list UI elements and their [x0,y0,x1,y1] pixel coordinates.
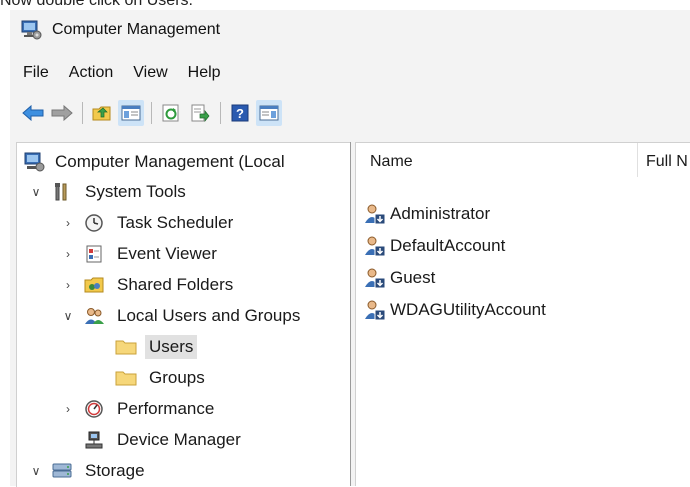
toolbar-separator [151,102,152,124]
column-divider[interactable] [637,143,638,177]
menu-file[interactable]: File [10,64,59,82]
storage-icon [51,460,73,482]
toolbar-separator [82,102,83,124]
chevron-right-icon[interactable]: › [61,402,75,416]
back-button[interactable] [20,100,46,126]
user-name: DefaultAccount [390,236,506,255]
help-button[interactable]: ? [227,100,253,126]
tree-item-event-viewer[interactable]: › Event Viewer [61,239,221,269]
user-name: Administrator [390,204,491,223]
event-viewer-icon [83,243,105,265]
user-account-icon [365,300,386,321]
tree-item-computer-management[interactable]: Computer Management (Local [23,147,289,177]
tree-item-performance[interactable]: › Performance [61,394,218,424]
tree-item-local-users-and-groups[interactable]: ∨ Local Users and Groups [61,301,304,331]
menu-view[interactable]: View [123,64,177,82]
back-arrow-icon [22,105,44,121]
tree-item-label: Performance [117,399,215,418]
computer-management-icon [23,151,45,173]
user-account-icon [365,268,386,289]
tree-item-label: Shared Folders [117,275,234,294]
refresh-button[interactable] [158,100,184,126]
export-list-icon [191,104,210,122]
user-name: Guest [390,268,436,287]
tree-item-label: Storage [85,461,145,480]
console-tree: Computer Management (Local ∨ System Tool… [16,142,351,487]
action-pane-icon [259,105,279,121]
instruction-caption: Now double click on Users. [0,0,193,9]
tree-item-storage[interactable]: ∨ Storage [29,456,149,486]
tree-item-label: Computer Management (Local [55,152,285,171]
tools-icon [51,181,73,203]
computer-management-icon [20,20,42,40]
menu-bar: File Action View Help [10,58,231,88]
show-hide-action-pane-button[interactable] [256,100,282,126]
svg-text:?: ? [236,106,244,121]
chevron-right-icon[interactable]: › [61,216,75,230]
performance-icon [83,398,105,420]
users-group-icon [83,305,105,327]
folder-icon [115,367,137,389]
list-item-user[interactable]: Administrator [364,201,490,227]
menu-help[interactable]: Help [178,64,231,82]
tree-item-label: Task Scheduler [117,213,234,232]
chevron-right-icon[interactable]: › [61,247,75,261]
shared-folders-icon [83,274,105,296]
chevron-down-icon[interactable]: ∨ [61,309,75,323]
toolbar: ? [10,96,690,130]
forward-button[interactable] [49,100,75,126]
export-list-button[interactable] [187,100,213,126]
tree-item-system-tools[interactable]: ∨ System Tools [29,177,190,207]
tree-item-users[interactable]: Users [93,332,198,362]
chevron-down-icon[interactable]: ∨ [29,185,43,199]
clock-icon [83,212,105,234]
list-column-header: Name Full N [356,143,690,177]
user-account-icon [365,204,386,225]
tree-item-label: System Tools [85,182,186,201]
tree-item-label: Local Users and Groups [117,306,301,325]
list-item-user[interactable]: WDAGUtilityAccount [364,297,546,323]
tree-item-device-manager[interactable]: Device Manager [61,425,245,455]
forward-arrow-icon [51,105,73,121]
folder-icon [115,336,137,358]
tree-item-label: Device Manager [117,430,241,449]
tree-item-label: Users [145,335,198,359]
list-item-user[interactable]: DefaultAccount [364,233,505,259]
column-header-full-name[interactable]: Full N [646,153,688,171]
show-hide-console-tree-button[interactable] [118,100,144,126]
window-title: Computer Management [52,21,221,38]
tree-item-groups[interactable]: Groups [93,363,209,393]
users-list-pane: Name Full N Administrator DefaultAccount [356,142,690,487]
list-item-user[interactable]: Guest [364,265,435,291]
menu-action[interactable]: Action [59,64,123,82]
help-icon: ? [231,104,249,122]
device-manager-icon [83,429,105,451]
tree-item-shared-folders[interactable]: › Shared Folders [61,270,237,300]
toolbar-separator [220,102,221,124]
title-bar: Computer Management [10,10,690,50]
folder-up-icon [92,106,111,121]
chevron-down-icon[interactable]: ∨ [29,464,43,478]
tree-item-label: Event Viewer [117,244,217,263]
tree-item-task-scheduler[interactable]: › Task Scheduler [61,208,237,238]
chevron-right-icon[interactable]: › [61,278,75,292]
user-account-icon [365,236,386,257]
tree-item-label: Groups [149,368,205,387]
refresh-icon [162,104,179,122]
console-tree-icon [121,105,141,121]
column-header-name[interactable]: Name [370,153,413,171]
up-one-level-button[interactable] [89,100,115,126]
user-name: WDAGUtilityAccount [390,300,546,319]
computer-management-window: Computer Management File Action View Hel… [10,10,690,487]
